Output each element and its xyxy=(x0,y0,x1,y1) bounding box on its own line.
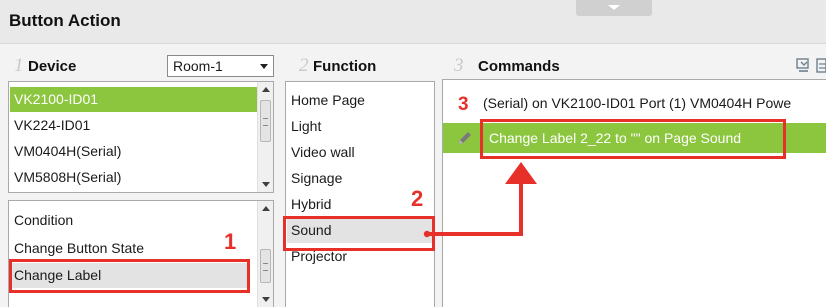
device-panel: 1 Device Room-1 VK2100-ID01 VK224-ID01 V… xyxy=(0,53,280,307)
scroll-down-icon[interactable] xyxy=(262,297,270,302)
action-item-change-label[interactable]: Change Label xyxy=(10,263,250,288)
step-number: 2 xyxy=(299,55,309,76)
device-item[interactable]: VK2100-ID01 xyxy=(10,87,257,112)
room-select[interactable]: Room-1 xyxy=(167,55,274,77)
import-icon[interactable] xyxy=(796,57,826,75)
scroll-up-icon[interactable] xyxy=(262,87,270,92)
step-number: 3 xyxy=(454,55,464,76)
function-item[interactable]: Video wall xyxy=(287,140,433,165)
title-bar: Button Action xyxy=(0,0,826,44)
device-item[interactable]: VM0404H(Serial) xyxy=(10,139,257,164)
action-item-condition[interactable]: Condition xyxy=(10,208,257,233)
function-item[interactable]: Home Page xyxy=(287,88,433,113)
device-list-scrollbar[interactable] xyxy=(257,82,273,192)
scroll-down-icon[interactable] xyxy=(262,182,270,187)
function-item-sound[interactable]: Sound xyxy=(287,218,433,243)
window-title: Button Action xyxy=(9,11,121,30)
device-item[interactable]: VK224-ID01 xyxy=(10,113,257,138)
annotation-marker-2: 2 xyxy=(411,186,424,211)
annotation-marker-3: 3 xyxy=(458,94,469,115)
scroll-thumb[interactable] xyxy=(260,249,271,283)
command-row[interactable]: (Serial) on VK2100-ID01 Port (1) VM0404H… xyxy=(443,88,826,118)
scroll-up-icon[interactable] xyxy=(262,206,270,211)
step-number: 1 xyxy=(14,55,24,76)
action-item-change-button-state[interactable]: Change Button State xyxy=(10,236,257,261)
function-item[interactable]: Projector xyxy=(287,244,433,269)
function-panel: 2 Function Home Page Light Video wall Si… xyxy=(283,53,439,307)
function-heading: Function xyxy=(313,58,377,75)
device-panel-header: 1 Device Room-1 xyxy=(0,53,280,79)
annotation-marker-1: 1 xyxy=(224,229,237,254)
room-select-value: Room-1 xyxy=(173,58,223,74)
pencil-icon[interactable] xyxy=(457,130,473,146)
function-item[interactable]: Light xyxy=(287,114,433,139)
dropdown-arrow-icon[interactable] xyxy=(260,64,268,69)
command-text: Change Label 2_22 to "" on Page Sound xyxy=(489,130,742,146)
command-text: (Serial) on VK2100-ID01 Port (1) VM0404H… xyxy=(483,95,792,111)
device-item[interactable]: VM5808H(Serial) xyxy=(10,165,257,190)
commands-heading: Commands xyxy=(478,58,560,75)
device-heading: Device xyxy=(28,58,77,75)
commands-panel-header: 3 Commands xyxy=(442,53,826,79)
collapse-tab[interactable] xyxy=(576,0,652,16)
scroll-thumb[interactable] xyxy=(260,100,271,142)
device-list[interactable]: VK2100-ID01 VK224-ID01 VM0404H(Serial) V… xyxy=(8,81,274,193)
command-list[interactable]: (Serial) on VK2100-ID01 Port (1) VM0404H… xyxy=(442,79,826,307)
function-panel-header: 2 Function xyxy=(283,53,439,79)
command-row-selected[interactable]: Change Label 2_22 to "" on Page Sound xyxy=(443,123,826,153)
action-list-scrollbar[interactable] xyxy=(257,201,273,307)
command-toolbar xyxy=(796,57,826,75)
